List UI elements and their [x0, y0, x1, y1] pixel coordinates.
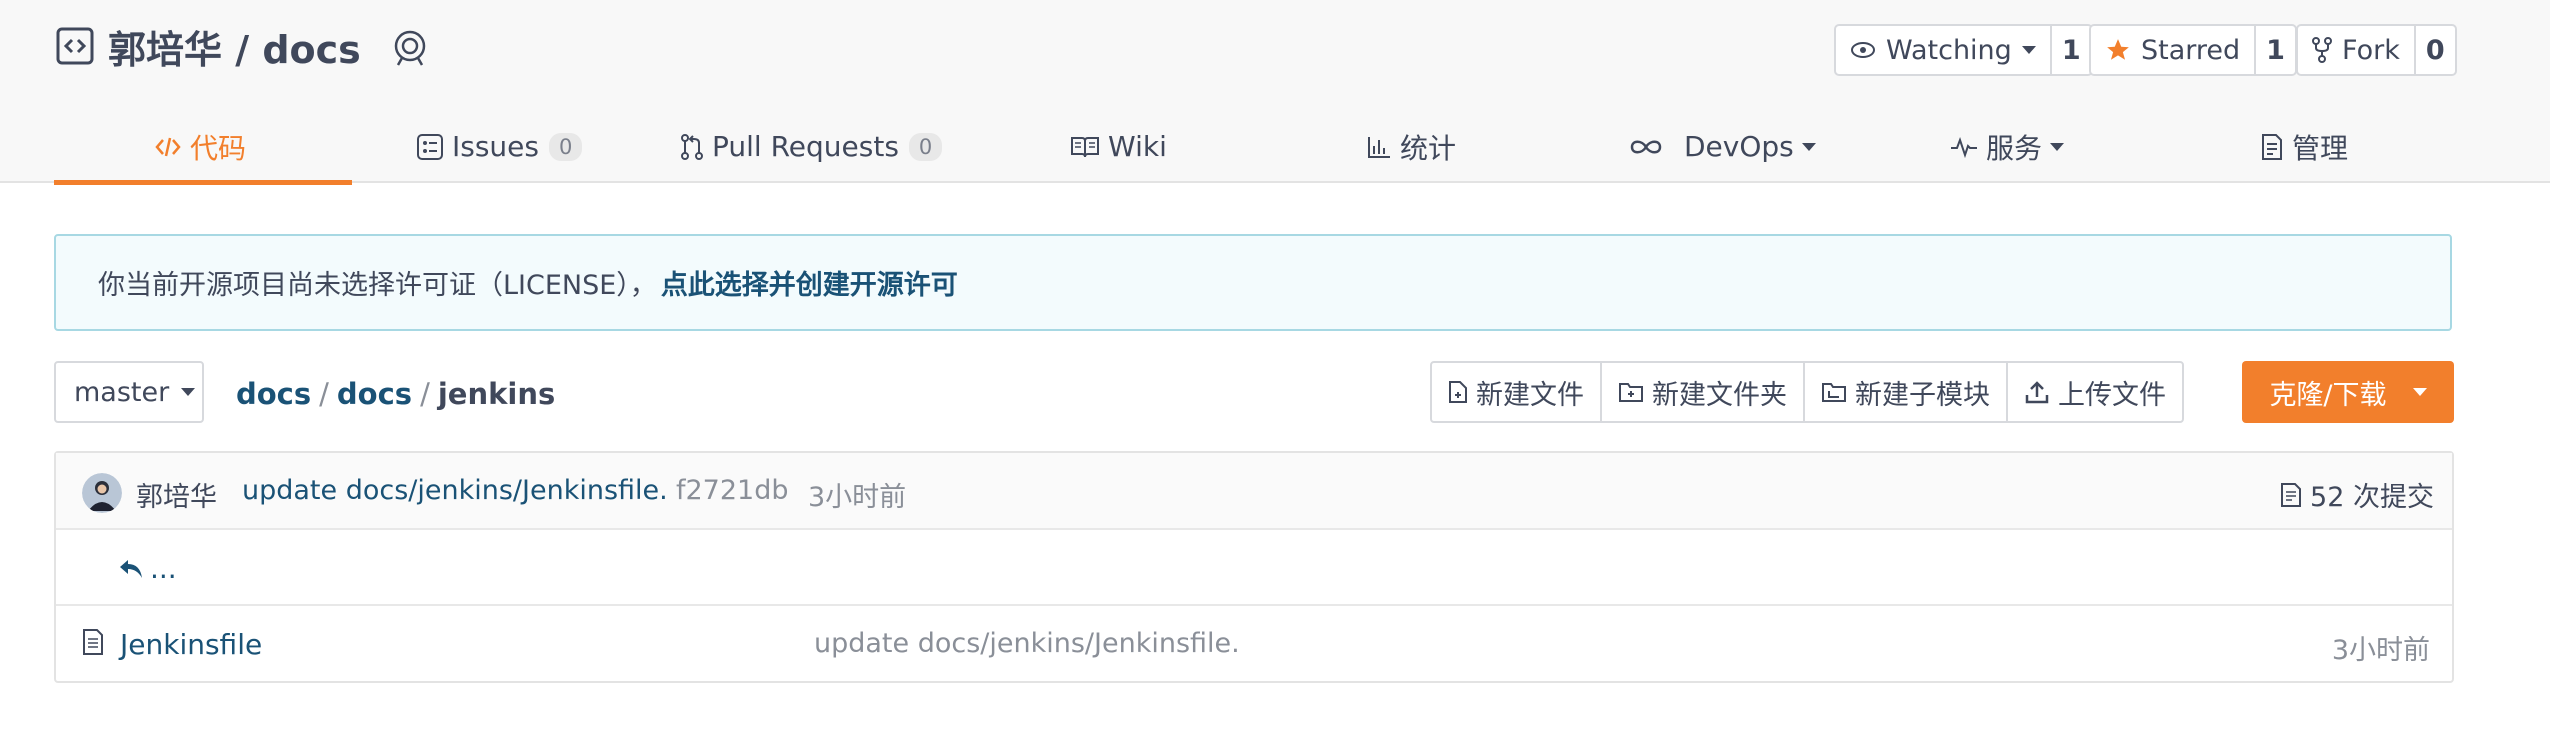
file-name[interactable]: Jenkinsfile [120, 628, 262, 661]
commit-author[interactable]: 郭培华 [136, 475, 217, 514]
clone-download-button[interactable]: 克隆/下载 [2242, 361, 2454, 423]
breadcrumb-current: jenkins [437, 377, 556, 411]
star-group: Starred 1 [2089, 24, 2297, 76]
watch-button[interactable]: Watching [1834, 24, 2052, 76]
tab-label: Issues [452, 130, 539, 163]
latest-commit-row: 郭培华 update docs/jenkins/Jenkinsfile. f27… [56, 453, 2452, 530]
eye-icon [1851, 42, 1875, 58]
tab-issues[interactable]: Issues 0 [416, 110, 583, 183]
license-notice: 你当前开源项目尚未选择许可证（LICENSE）， 点此选择并创建开源许可 [54, 234, 2452, 331]
file-commit-time: 3小时前 [2331, 635, 2430, 666]
breadcrumb-separator: / [319, 377, 329, 411]
pulse-icon [1951, 136, 1977, 158]
issues-count-badge: 0 [549, 132, 583, 161]
license-link[interactable]: 点此选择并创建开源许可 [661, 263, 958, 302]
issues-icon [417, 133, 443, 160]
fork-button[interactable]: Fork [2296, 24, 2416, 76]
chevron-down-icon [181, 388, 196, 396]
chevron-down-icon [1801, 142, 1816, 151]
reply-arrow-icon [120, 559, 142, 578]
commit-count-link[interactable]: 52 次提交 [2280, 475, 2434, 514]
tab-label: Pull Requests [712, 130, 899, 163]
code-icon [155, 137, 181, 156]
license-text: 你当前开源项目尚未选择许可证（LICENSE）， [98, 270, 657, 301]
fork-group: Fork 0 [2296, 24, 2457, 76]
new-folder-label: 新建文件夹 [1652, 379, 1787, 411]
commit-count: 52 次提交 [2310, 482, 2434, 513]
commits-icon [2281, 482, 2302, 507]
tab-label: DevOps [1684, 130, 1794, 163]
book-icon [1071, 136, 1099, 157]
bar-chart-icon [1368, 136, 1390, 158]
fork-label: Fork [2342, 34, 2400, 66]
tab-label: 服务 [1986, 131, 2043, 165]
breadcrumb-root[interactable]: docs [236, 377, 311, 411]
document-icon [2262, 133, 2282, 160]
tab-label: 管理 [2292, 131, 2349, 165]
chevron-down-icon [2050, 142, 2065, 151]
file-table: 郭培华 update docs/jenkins/Jenkinsfile. f27… [54, 451, 2454, 683]
tab-code[interactable]: 代码 [154, 110, 246, 183]
chevron-down-icon [2021, 46, 2036, 54]
new-submodule-button[interactable]: 新建子模块 [1805, 363, 2008, 421]
commit-time: 3小时前 [808, 482, 907, 513]
award-icon[interactable] [389, 25, 431, 67]
fork-count[interactable]: 0 [2415, 24, 2457, 76]
watch-count[interactable]: 1 [2051, 24, 2093, 76]
upload-file-button[interactable]: 上传文件 [2008, 363, 2182, 421]
code-repo-icon [56, 27, 94, 65]
active-tab-indicator [54, 180, 352, 185]
submodule-icon [1822, 383, 1846, 402]
clone-label: 克隆/下载 [2269, 379, 2387, 411]
star-icon [2107, 39, 2129, 60]
avatar[interactable] [82, 473, 122, 513]
file-commit-message[interactable]: update docs/jenkins/Jenkinsfile. [814, 628, 1240, 659]
pull-request-icon [681, 133, 703, 160]
file-icon [82, 628, 104, 663]
breadcrumb: docs / docs / jenkins [236, 372, 555, 416]
repo-header: 郭培华 / docs Watching 1 Starred 1 Fork 0 代… [0, 0, 2550, 185]
new-file-button[interactable]: 新建文件 [1432, 363, 1602, 421]
parent-directory-label: ... [150, 552, 177, 585]
new-folder-button[interactable]: 新建文件夹 [1602, 363, 1805, 421]
table-row[interactable]: Jenkinsfile update docs/jenkins/Jenkinsf… [56, 606, 2452, 682]
watch-label: Watching [1886, 34, 2012, 66]
repo-tabs: 代码 Issues 0 Pull Requests 0 Wiki 统计 DevO… [54, 110, 2348, 185]
file-actions: 新建文件 新建文件夹 新建子模块 上传文件 [1430, 361, 2184, 423]
tab-services[interactable]: 服务 [1950, 110, 2065, 183]
tab-label: Wiki [1108, 130, 1167, 163]
fork-icon [2312, 37, 2332, 63]
new-folder-icon [1619, 383, 1643, 402]
tab-label: 代码 [190, 131, 247, 165]
tab-pull-requests[interactable]: Pull Requests 0 [680, 110, 943, 183]
branch-selector[interactable]: master [54, 361, 204, 423]
tab-devops[interactable]: DevOps [1626, 110, 1816, 183]
parent-directory-row: ... [56, 530, 2452, 606]
commit-sha[interactable]: f2721db [676, 475, 789, 506]
breadcrumb-separator: / [420, 377, 430, 411]
tab-wiki[interactable]: Wiki [1070, 110, 1167, 183]
star-count[interactable]: 1 [2256, 24, 2297, 76]
tab-label: 统计 [1400, 131, 1457, 165]
parent-directory-link[interactable]: ... [118, 552, 177, 585]
upload-icon [2025, 381, 2049, 404]
commit-message[interactable]: update docs/jenkins/Jenkinsfile. [242, 475, 668, 506]
repo-title: 郭培华 / docs [56, 18, 431, 74]
repo-name[interactable]: 郭培华 / docs [108, 19, 361, 74]
chevron-down-icon [2412, 388, 2427, 396]
new-submodule-label: 新建子模块 [1855, 379, 1990, 411]
breadcrumb-folder[interactable]: docs [337, 377, 412, 411]
branch-name: master [74, 376, 170, 408]
tab-statistics[interactable]: 统计 [1366, 110, 1456, 183]
new-file-icon [1449, 381, 1467, 403]
tab-admin[interactable]: 管理 [2260, 110, 2348, 183]
infinity-icon [1630, 140, 1662, 153]
star-label: Starred [2141, 34, 2241, 66]
pr-count-badge: 0 [908, 132, 943, 161]
new-file-label: 新建文件 [1476, 379, 1584, 411]
watch-group: Watching 1 [1834, 24, 2093, 76]
upload-label: 上传文件 [2058, 379, 2166, 411]
star-button[interactable]: Starred [2089, 24, 2257, 76]
